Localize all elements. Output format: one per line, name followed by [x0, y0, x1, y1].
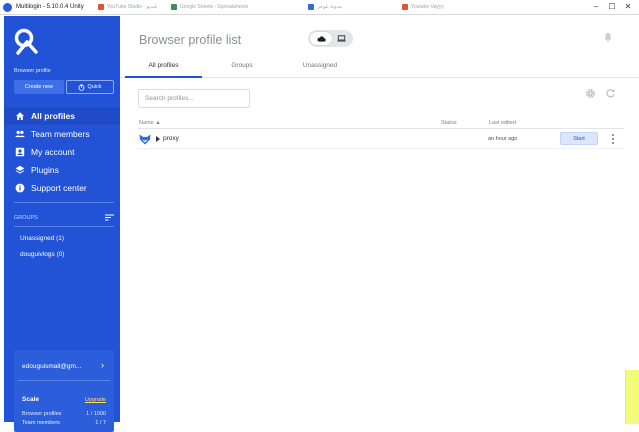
- gear-icon[interactable]: [585, 88, 596, 99]
- sidebar-item-label: My account: [31, 147, 75, 157]
- home-icon: [15, 111, 25, 121]
- quick-button[interactable]: Quick: [66, 80, 114, 94]
- sidebar: Browser profile Create new Quick All pro…: [4, 16, 120, 432]
- window-title: Multilogin - 5.10.0.4 Unity: [16, 4, 84, 10]
- chevron-right-icon[interactable]: ›: [101, 360, 104, 370]
- profile-name[interactable]: proxy: [163, 135, 179, 142]
- quick-label: Quick: [87, 84, 102, 90]
- team-icon: [15, 129, 25, 139]
- table-row[interactable]: proxy an hour ago Start: [138, 131, 624, 148]
- tab-all-profiles[interactable]: All profiles: [125, 62, 202, 69]
- group-item-douguivlogs[interactable]: douguivlogs (0): [20, 251, 64, 258]
- maximize-button[interactable]: ☐: [604, 2, 620, 12]
- page-title: Browser profile list: [139, 33, 242, 47]
- browser-profiles-value: 1 / 1000: [86, 411, 106, 417]
- team-members-label: Team members: [22, 420, 60, 426]
- more-options-icon[interactable]: [610, 133, 616, 145]
- profile-tabs: All profiles Groups Unassigned: [120, 58, 639, 78]
- profiles-table-header: Name ▲ Status Last edited: [138, 119, 624, 129]
- groups-label: GROUPS: [14, 214, 38, 221]
- background-tab-2[interactable]: Google Sheets - Spreadsheets: [170, 4, 248, 10]
- sort-icon[interactable]: [105, 214, 114, 221]
- refresh-icon[interactable]: [605, 88, 616, 99]
- sidebar-item-all-profiles[interactable]: All profiles: [4, 107, 120, 125]
- minimize-button[interactable]: –: [588, 2, 604, 12]
- close-button[interactable]: ✕: [620, 2, 636, 12]
- upgrade-link[interactable]: Upgrade: [85, 397, 106, 403]
- sidebar-item-support-center[interactable]: Support center: [4, 179, 120, 197]
- tab-groups[interactable]: Groups: [204, 62, 280, 69]
- sidebar-divider: [14, 202, 114, 203]
- team-members-usage: Team members 1 / 7: [22, 420, 106, 426]
- column-last-edited[interactable]: Last edited: [489, 120, 516, 126]
- background-tab-4[interactable]: Youtube Vayyy: [401, 4, 444, 10]
- multilogin-logo-icon: [14, 28, 38, 55]
- timer-icon: [79, 83, 85, 91]
- cloud-icon[interactable]: [310, 32, 332, 45]
- background-window-edge: [625, 370, 639, 424]
- info-icon: [15, 183, 25, 193]
- sidebar-item-plugins[interactable]: Plugins: [4, 161, 120, 179]
- bell-icon[interactable]: [604, 32, 612, 42]
- column-status: Status: [441, 120, 457, 126]
- start-button[interactable]: Start: [560, 132, 598, 145]
- sidebar-item-label: Plugins: [31, 165, 59, 175]
- window-titlebar: Multilogin - 5.10.0.4 Unity YouTube Stud…: [0, 0, 639, 15]
- account-divider: [18, 380, 110, 381]
- storage-toggle[interactable]: [308, 30, 353, 47]
- groups-header: GROUPS: [14, 214, 114, 221]
- sidebar-item-label: Support center: [31, 183, 87, 193]
- sidebar-item-label: All profiles: [31, 111, 75, 121]
- laptop-icon[interactable]: [335, 34, 348, 43]
- column-name[interactable]: Name ▲: [139, 120, 161, 126]
- sidebar-item-label: Team members: [31, 129, 90, 139]
- scale-label: Scale: [22, 396, 39, 403]
- active-tab-indicator: [125, 76, 202, 78]
- background-tab-1[interactable]: YouTube Studio - فيديو: [97, 4, 157, 10]
- groups-divider: [14, 226, 114, 227]
- browser-profile-label: Browser profile: [14, 68, 51, 74]
- browser-profiles-usage: Browser profiles 1 / 1000: [22, 411, 106, 417]
- browser-profiles-label: Browser profiles: [22, 411, 62, 417]
- account-panel: edouguismall@gm... › Scale Upgrade Brows…: [14, 350, 114, 432]
- multilogin-app-icon: [3, 2, 12, 12]
- create-new-button[interactable]: Create new: [14, 80, 64, 94]
- row-divider: [138, 148, 624, 149]
- search-input[interactable]: [138, 89, 250, 108]
- layers-icon: [15, 165, 25, 175]
- background-tab-3[interactable]: مدونة بلوجر: [308, 4, 342, 10]
- profile-last-edited: an hour ago: [488, 136, 518, 142]
- group-item-unassigned[interactable]: Unassigned (1): [20, 235, 64, 242]
- expand-caret-icon[interactable]: [156, 136, 160, 142]
- main-content: Browser profile list All profiles Groups…: [120, 16, 639, 424]
- sidebar-nav: All profiles Team members My account Plu…: [4, 107, 120, 197]
- sidebar-item-team-members[interactable]: Team members: [4, 125, 120, 143]
- sidebar-item-my-account[interactable]: My account: [4, 143, 120, 161]
- account-icon: [15, 147, 25, 157]
- team-members-value: 1 / 7: [95, 420, 106, 426]
- fox-avatar-icon: [139, 134, 151, 145]
- tab-unassigned[interactable]: Unassigned: [282, 62, 358, 69]
- account-email[interactable]: edouguismall@gm...: [22, 363, 81, 370]
